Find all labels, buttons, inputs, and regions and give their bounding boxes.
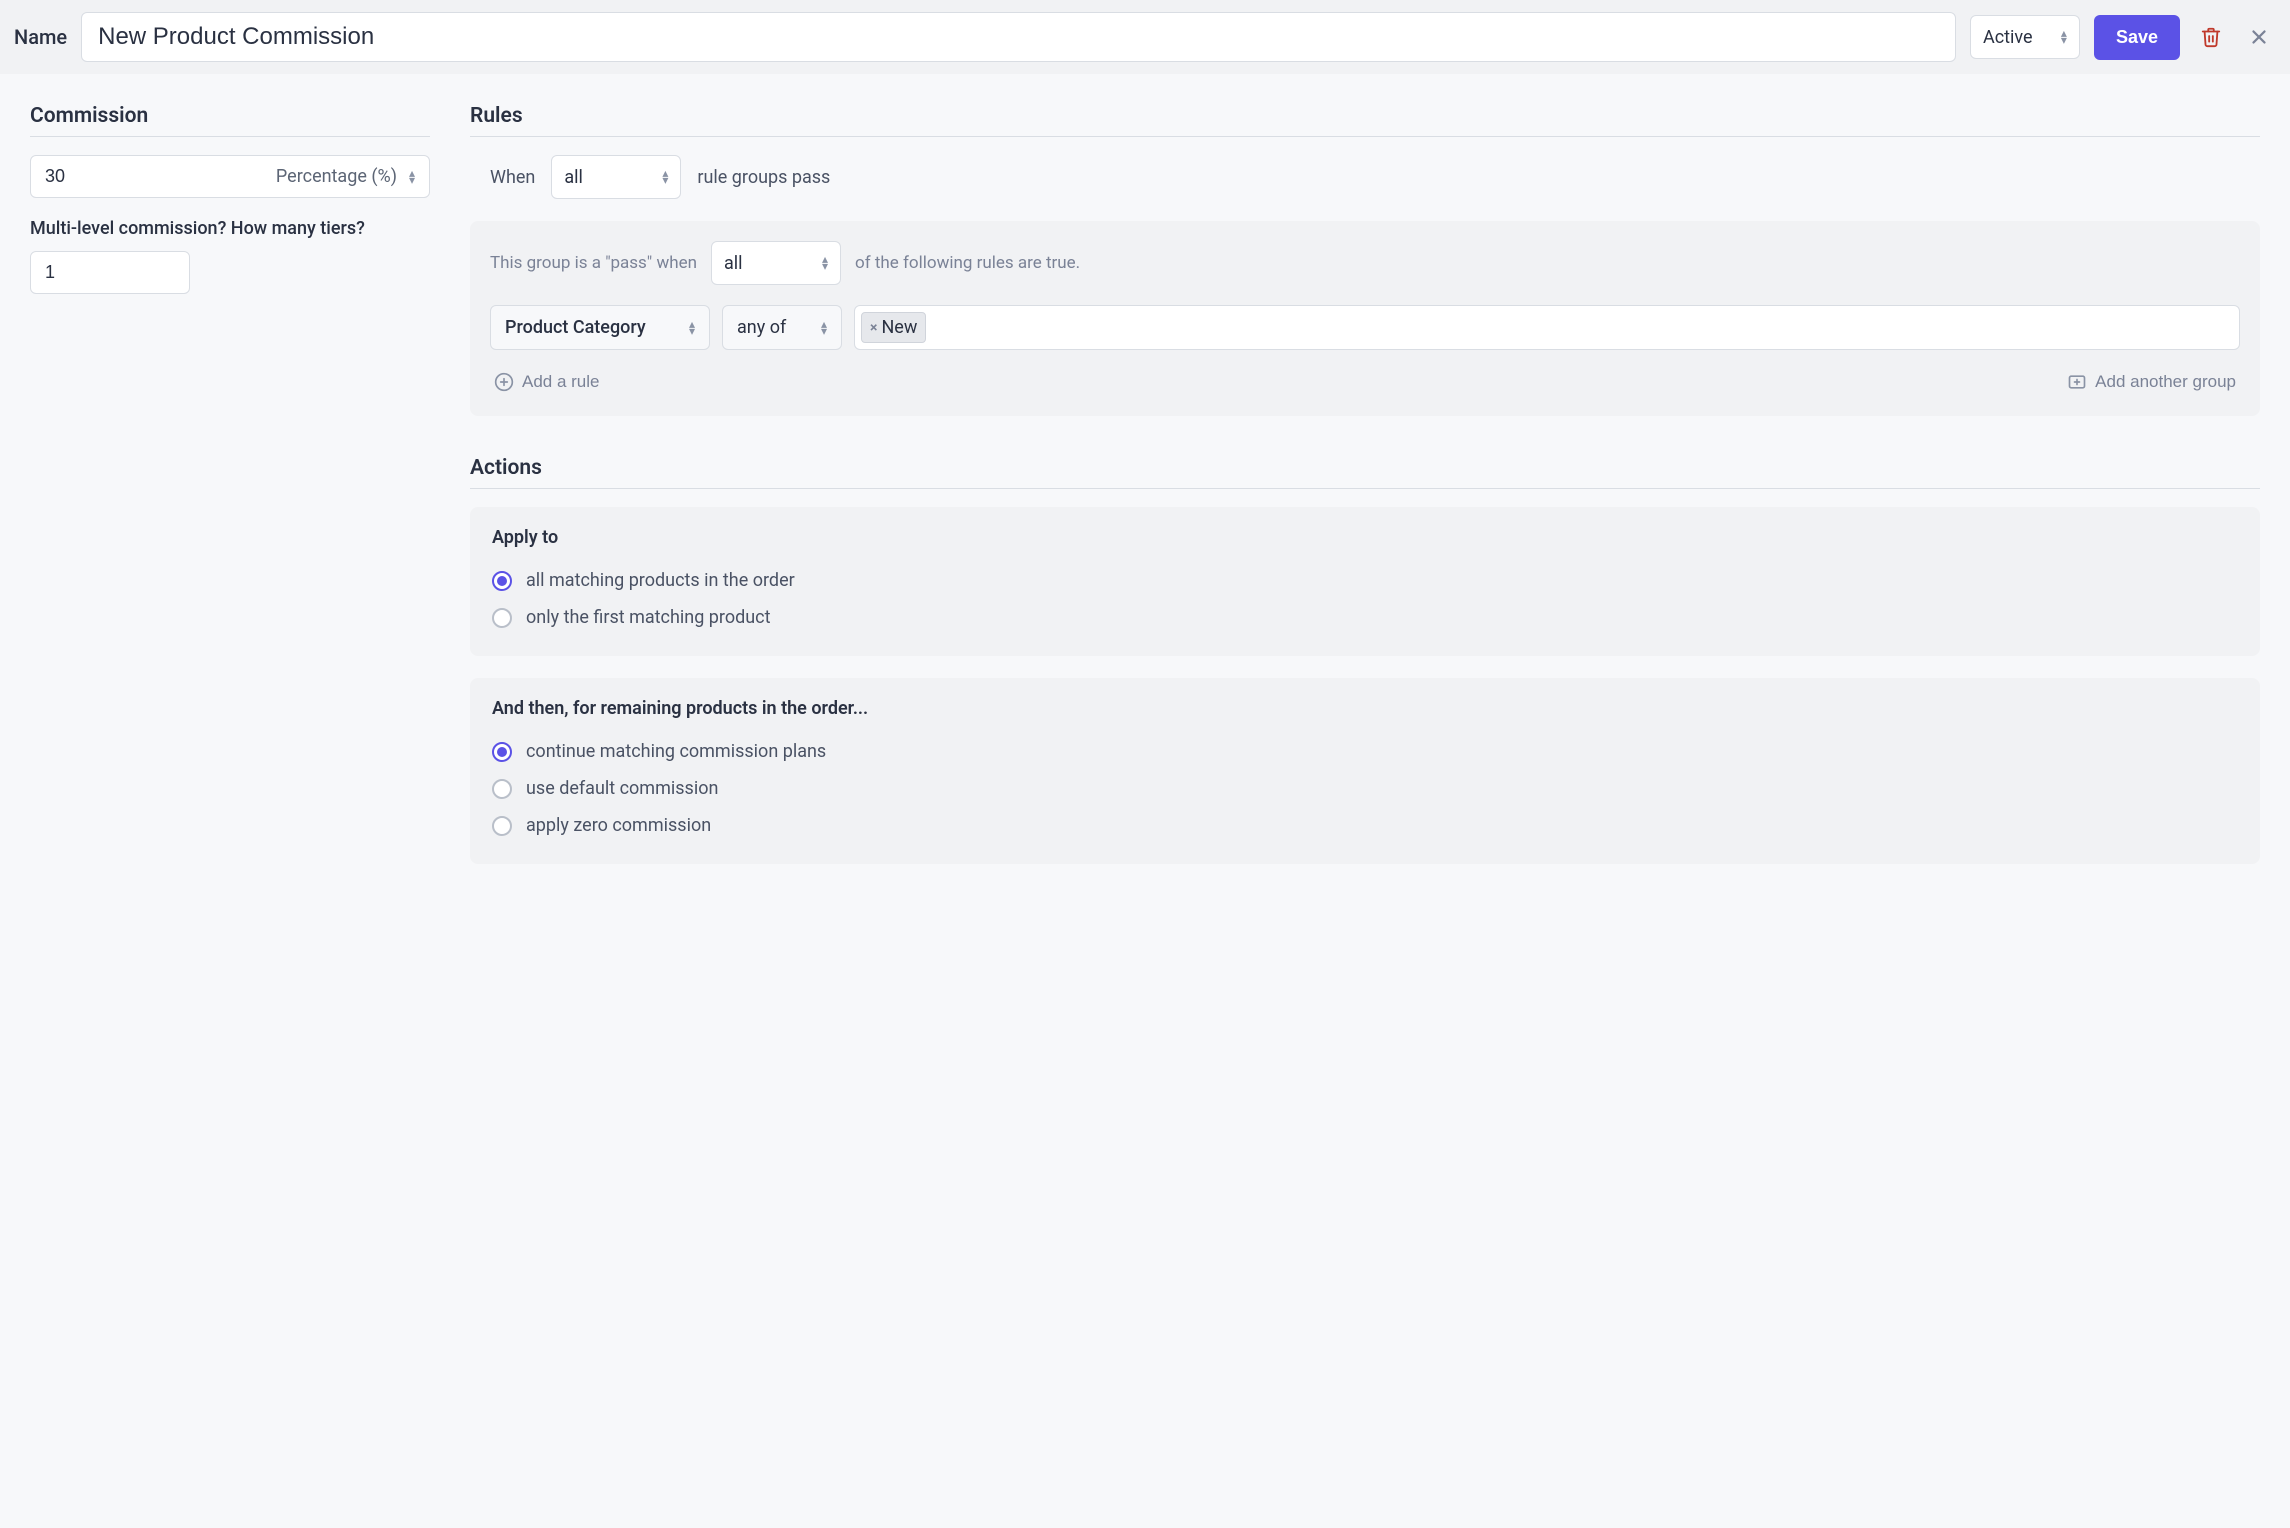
commission-input-row: Percentage (%) ▴▾ [30, 155, 430, 198]
tag-remove-icon[interactable]: × [870, 320, 877, 336]
commission-type-select[interactable]: Percentage (%) ▴▾ [262, 156, 429, 197]
radio-icon [492, 571, 512, 591]
radio-label: all matching products in the order [526, 570, 795, 591]
radio-label: use default commission [526, 778, 718, 799]
rules-when-sentence: When all ▴▾ rule groups pass [490, 155, 2260, 199]
when-select[interactable]: all ▴▾ [551, 155, 681, 199]
trash-icon [2200, 26, 2222, 48]
chevron-updown-icon: ▴▾ [2061, 30, 2067, 44]
add-group-label: Add another group [2095, 372, 2236, 392]
chevron-updown-icon: ▴▾ [689, 321, 695, 335]
content-area: Commission Percentage (%) ▴▾ Multi-level… [0, 74, 2290, 916]
chevron-updown-icon: ▴▾ [409, 170, 415, 184]
status-select[interactable]: Active ▴▾ [1970, 15, 2080, 59]
commission-title: Commission [30, 104, 430, 137]
right-column: Rules When all ▴▾ rule groups pass This … [470, 104, 2260, 886]
when-suffix: rule groups pass [697, 167, 830, 188]
radio-then-continue[interactable]: continue matching commission plans [492, 733, 2238, 770]
add-group-button[interactable]: Add another group [2063, 368, 2240, 396]
group-sentence: This group is a "pass" when all ▴▾ of th… [490, 241, 2240, 285]
rules-title: Rules [470, 104, 2260, 137]
status-value: Active [1983, 27, 2033, 48]
apply-to-title: Apply to [492, 527, 2238, 548]
name-label: Name [14, 25, 67, 49]
radio-icon [492, 608, 512, 628]
close-button[interactable] [2242, 20, 2276, 54]
save-button[interactable]: Save [2094, 15, 2180, 60]
rule-operator-select[interactable]: any of ▴▾ [722, 305, 842, 350]
commission-section: Commission Percentage (%) ▴▾ Multi-level… [30, 104, 430, 886]
radio-icon [492, 779, 512, 799]
add-group-icon [2067, 372, 2087, 392]
tag-new: × New [861, 312, 926, 343]
rule-value-input[interactable]: × New [854, 305, 2240, 350]
and-then-box: And then, for remaining products in the … [470, 678, 2260, 864]
delete-button[interactable] [2194, 20, 2228, 54]
close-icon [2248, 26, 2270, 48]
and-then-title: And then, for remaining products in the … [492, 698, 2238, 719]
header-bar: Name Active ▴▾ Save [0, 0, 2290, 74]
when-label: When [490, 167, 535, 188]
radio-apply-all[interactable]: all matching products in the order [492, 562, 2238, 599]
group-match-select[interactable]: all ▴▾ [711, 241, 841, 285]
rule-operator-value: any of [737, 317, 786, 338]
chevron-updown-icon: ▴▾ [822, 256, 828, 270]
rule-field-select[interactable]: Product Category ▴▾ [490, 305, 710, 350]
chevron-updown-icon: ▴▾ [821, 321, 827, 335]
add-rule-button[interactable]: Add a rule [490, 368, 604, 396]
actions-title: Actions [470, 456, 2260, 489]
add-rule-label: Add a rule [522, 372, 600, 392]
group-match-value: all [724, 253, 743, 274]
when-value: all [564, 167, 583, 188]
rule-field-value: Product Category [505, 317, 646, 338]
rule-row: Product Category ▴▾ any of ▴▾ × New [490, 305, 2240, 350]
name-input[interactable] [81, 12, 1956, 62]
radio-label: apply zero commission [526, 815, 711, 836]
chevron-updown-icon: ▴▾ [662, 170, 668, 184]
radio-icon [492, 816, 512, 836]
commission-type-label: Percentage (%) [276, 166, 397, 187]
rule-group: This group is a "pass" when all ▴▾ of th… [470, 221, 2260, 416]
group-footer: Add a rule Add another group [490, 368, 2240, 396]
radio-apply-first[interactable]: only the first matching product [492, 599, 2238, 636]
tiers-label: Multi-level commission? How many tiers? [30, 218, 430, 239]
radio-then-default[interactable]: use default commission [492, 770, 2238, 807]
group-suffix: of the following rules are true. [855, 253, 1080, 273]
tag-label: New [881, 317, 917, 338]
commission-value-input[interactable] [31, 156, 262, 197]
radio-label: continue matching commission plans [526, 741, 826, 762]
radio-then-zero[interactable]: apply zero commission [492, 807, 2238, 844]
plus-circle-icon [494, 372, 514, 392]
group-prefix: This group is a "pass" when [490, 253, 697, 273]
radio-icon [492, 742, 512, 762]
tiers-input[interactable] [30, 251, 190, 294]
radio-label: only the first matching product [526, 607, 770, 628]
apply-to-box: Apply to all matching products in the or… [470, 507, 2260, 656]
